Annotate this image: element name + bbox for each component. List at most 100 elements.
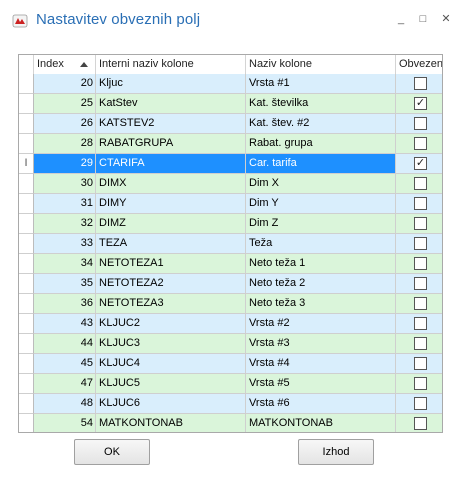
obvezen-checkbox[interactable]: ✓ xyxy=(414,97,427,110)
close-button[interactable]: ✕ xyxy=(439,12,453,26)
row-indicator[interactable] xyxy=(19,314,34,334)
interni-naziv-cell[interactable]: Kljuc xyxy=(96,74,246,94)
naziv-kolone-cell[interactable]: Neto teža 1 xyxy=(246,254,396,274)
obvezen-checkbox[interactable] xyxy=(414,217,427,230)
fields-grid[interactable]: Index Interni naziv kolone Naziv kolone … xyxy=(18,54,443,433)
obvezen-checkbox[interactable] xyxy=(414,297,427,310)
row-indicator[interactable] xyxy=(19,414,34,432)
minimize-button[interactable]: _ xyxy=(394,12,408,26)
table-row[interactable]: 32 DIMZ Dim Z xyxy=(19,214,442,234)
table-row[interactable]: 33 TEZA Teža xyxy=(19,234,442,254)
row-indicator[interactable] xyxy=(19,134,34,154)
obvezen-checkbox[interactable] xyxy=(414,397,427,410)
ok-button[interactable]: OK xyxy=(74,439,150,465)
interni-naziv-cell[interactable]: KATSTEV2 xyxy=(96,114,246,134)
row-indicator[interactable] xyxy=(19,274,34,294)
obvezen-checkbox[interactable] xyxy=(414,277,427,290)
row-indicator[interactable] xyxy=(19,174,34,194)
table-row[interactable]: 26 KATSTEV2 Kat. štev. #2 xyxy=(19,114,442,134)
interni-naziv-cell[interactable]: MATKONTONAB xyxy=(96,414,246,432)
index-cell[interactable]: 25 xyxy=(34,94,96,114)
index-cell[interactable]: 45 xyxy=(34,354,96,374)
row-indicator[interactable] xyxy=(19,214,34,234)
naziv-kolone-cell[interactable]: Kat. štev. #2 xyxy=(246,114,396,134)
naziv-kolone-cell[interactable]: Vrsta #6 xyxy=(246,394,396,414)
row-indicator[interactable] xyxy=(19,74,34,94)
index-cell[interactable]: 28 xyxy=(34,134,96,154)
interni-naziv-cell[interactable]: RABATGRUPA xyxy=(96,134,246,154)
obvezen-checkbox[interactable] xyxy=(414,177,427,190)
naziv-kolone-cell[interactable]: Neto teža 3 xyxy=(246,294,396,314)
index-cell[interactable]: 33 xyxy=(34,234,96,254)
naziv-kolone-cell[interactable]: Rabat. grupa xyxy=(246,134,396,154)
row-indicator[interactable] xyxy=(19,114,34,134)
index-cell[interactable]: 31 xyxy=(34,194,96,214)
naziv-kolone-cell[interactable]: Dim Z xyxy=(246,214,396,234)
index-cell[interactable]: 48 xyxy=(34,394,96,414)
index-cell[interactable]: 20 xyxy=(34,74,96,94)
table-row[interactable]: 48 KLJUC6 Vrsta #6 xyxy=(19,394,442,414)
naziv-kolone-cell[interactable]: Vrsta #3 xyxy=(246,334,396,354)
table-row[interactable]: 36 NETOTEZA3 Neto teža 3 xyxy=(19,294,442,314)
maximize-button[interactable]: □ xyxy=(416,12,430,26)
interni-naziv-cell[interactable]: KLJUC5 xyxy=(96,374,246,394)
naziv-kolone-cell[interactable]: Dim Y xyxy=(246,194,396,214)
row-indicator[interactable] xyxy=(19,194,34,214)
table-row[interactable]: 47 KLJUC5 Vrsta #5 xyxy=(19,374,442,394)
table-row[interactable]: 35 NETOTEZA2 Neto teža 2 xyxy=(19,274,442,294)
row-indicator[interactable] xyxy=(19,294,34,314)
obvezen-checkbox[interactable] xyxy=(414,197,427,210)
interni-naziv-cell[interactable]: DIMY xyxy=(96,194,246,214)
index-cell[interactable]: 47 xyxy=(34,374,96,394)
index-cell[interactable]: 43 xyxy=(34,314,96,334)
row-indicator[interactable] xyxy=(19,234,34,254)
interni-naziv-cell[interactable]: DIMX xyxy=(96,174,246,194)
index-cell[interactable]: 30 xyxy=(34,174,96,194)
index-cell[interactable]: 26 xyxy=(34,114,96,134)
naziv-kolone-cell[interactable]: Vrsta #5 xyxy=(246,374,396,394)
row-indicator[interactable] xyxy=(19,394,34,414)
obvezen-checkbox[interactable] xyxy=(414,137,427,150)
header-naziv-kolone[interactable]: Naziv kolone xyxy=(246,55,396,74)
table-row[interactable]: 30 DIMX Dim X xyxy=(19,174,442,194)
interni-naziv-cell[interactable]: NETOTEZA3 xyxy=(96,294,246,314)
header-obvezen[interactable]: Obvezen xyxy=(396,55,442,74)
row-indicator[interactable] xyxy=(19,334,34,354)
index-cell[interactable]: 44 xyxy=(34,334,96,354)
obvezen-checkbox[interactable] xyxy=(414,337,427,350)
row-indicator[interactable]: I xyxy=(19,154,34,174)
interni-naziv-cell[interactable]: TEZA xyxy=(96,234,246,254)
naziv-kolone-cell[interactable]: Neto teža 2 xyxy=(246,274,396,294)
table-row[interactable]: 28 RABATGRUPA Rabat. grupa xyxy=(19,134,442,154)
interni-naziv-cell[interactable]: NETOTEZA2 xyxy=(96,274,246,294)
index-cell[interactable]: 34 xyxy=(34,254,96,274)
row-indicator[interactable] xyxy=(19,254,34,274)
interni-naziv-cell[interactable]: KatStev xyxy=(96,94,246,114)
index-cell[interactable]: 29 xyxy=(34,154,96,174)
naziv-kolone-cell[interactable]: Vrsta #1 xyxy=(246,74,396,94)
row-indicator[interactable] xyxy=(19,94,34,114)
obvezen-checkbox[interactable] xyxy=(414,237,427,250)
naziv-kolone-cell[interactable]: Dim X xyxy=(246,174,396,194)
index-cell[interactable]: 36 xyxy=(34,294,96,314)
naziv-kolone-cell[interactable]: Kat. številka xyxy=(246,94,396,114)
interni-naziv-cell[interactable]: DIMZ xyxy=(96,214,246,234)
interni-naziv-cell[interactable]: KLJUC2 xyxy=(96,314,246,334)
obvezen-checkbox[interactable] xyxy=(414,117,427,130)
table-row[interactable]: 54 MATKONTONAB MATKONTONAB xyxy=(19,414,442,432)
obvezen-checkbox[interactable]: ✓ xyxy=(414,157,427,170)
table-row[interactable]: 31 DIMY Dim Y xyxy=(19,194,442,214)
row-indicator[interactable] xyxy=(19,374,34,394)
obvezen-checkbox[interactable] xyxy=(414,257,427,270)
izhod-button[interactable]: Izhod xyxy=(298,439,374,465)
row-indicator[interactable] xyxy=(19,354,34,374)
header-interni-naziv[interactable]: Interni naziv kolone xyxy=(96,55,246,74)
table-row[interactable]: 25 KatStev Kat. številka ✓ xyxy=(19,94,442,114)
header-index[interactable]: Index xyxy=(34,55,96,74)
naziv-kolone-cell[interactable]: Teža xyxy=(246,234,396,254)
interni-naziv-cell[interactable]: KLJUC6 xyxy=(96,394,246,414)
naziv-kolone-cell[interactable]: Vrsta #4 xyxy=(246,354,396,374)
interni-naziv-cell[interactable]: NETOTEZA1 xyxy=(96,254,246,274)
obvezen-checkbox[interactable] xyxy=(414,377,427,390)
index-cell[interactable]: 35 xyxy=(34,274,96,294)
